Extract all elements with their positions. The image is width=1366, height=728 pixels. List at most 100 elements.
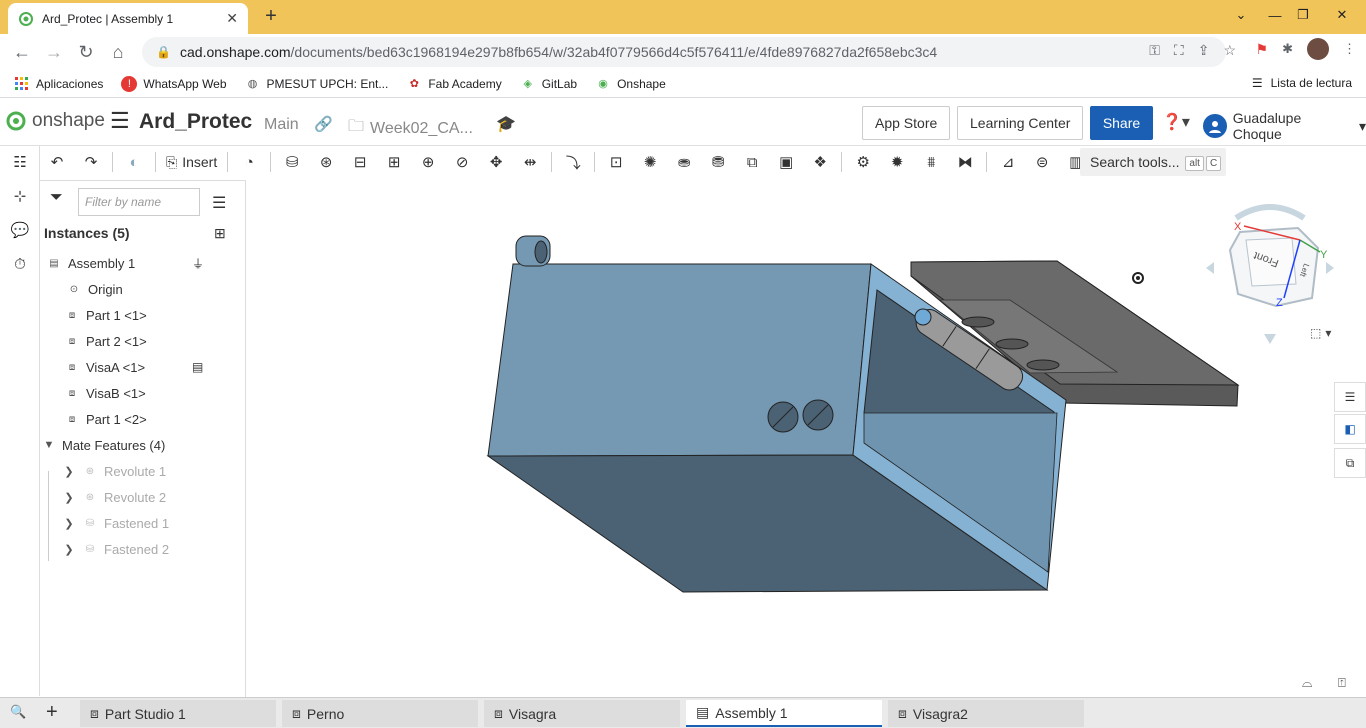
pin-slot-mate-icon[interactable]: ⊘ (445, 148, 479, 176)
rotate-left-arrow[interactable] (1206, 262, 1214, 274)
bookmark-onshape[interactable]: ◉ Onshape (595, 76, 666, 92)
comments-icon[interactable]: 💬 (8, 218, 32, 242)
screw-relation-icon[interactable]: ⛃ (701, 148, 735, 176)
browser-tab[interactable]: Ard_Protec | Assembly 1 ✕ (8, 3, 248, 34)
learning-center-button[interactable]: Learning Center (957, 106, 1084, 140)
bookmark-pmesut[interactable]: ◍ PMESUT UPCH: Ent... (245, 76, 389, 92)
ball-mate-icon[interactable]: ✥ (479, 148, 513, 176)
share-button[interactable]: Share (1090, 106, 1153, 140)
regenerate-icon[interactable]: ◐ (117, 148, 151, 176)
instance-row[interactable]: ⧈ VisaB <1> (64, 381, 146, 405)
share-page-icon[interactable]: ⇪ (1198, 42, 1210, 59)
revolute-mate-icon[interactable]: ⊛ (309, 148, 343, 176)
feature-list-icon[interactable]: ☷ (8, 150, 32, 174)
mate-row[interactable]: ❯ ⊛ Revolute 1 (62, 459, 166, 483)
gear-relation-icon[interactable]: ✺ (633, 148, 667, 176)
fastened-mate-icon[interactable]: ⛁ (275, 148, 309, 176)
extension-flag-icon[interactable]: ⚑ (1256, 41, 1269, 58)
onshape-logo[interactable]: onshape (6, 110, 105, 132)
pivot-marker-icon[interactable] (1132, 272, 1144, 284)
bom-panel-icon[interactable]: ⧉ (1334, 448, 1366, 478)
undo-icon[interactable]: ↶ (40, 148, 74, 176)
assembly-row[interactable]: ▤ Assembly 1 ⏚ (46, 251, 242, 275)
graphics-viewport[interactable] (246, 180, 1366, 696)
explode-icon[interactable]: ⧓ (948, 148, 982, 176)
rotate-right-arrow[interactable] (1326, 262, 1334, 274)
branch-name[interactable]: Main (264, 116, 299, 134)
reading-list-button[interactable]: ☰ Lista de lectura (1252, 76, 1352, 90)
extensions-puzzle-icon[interactable]: ✱ (1282, 41, 1293, 57)
bom-icon[interactable]: ⊜ (1025, 148, 1059, 176)
graduation-cap-icon[interactable]: 🎓 (496, 114, 516, 134)
replicate-icon[interactable]: ◔ (232, 148, 266, 176)
search-tools-input[interactable]: Search tools... alt C (1080, 148, 1226, 176)
mate-row[interactable]: ❯ ⛁ Fastened 1 (62, 511, 169, 535)
search-tabs-icon[interactable]: 🔍 (10, 704, 26, 720)
profile-avatar[interactable] (1307, 38, 1329, 60)
hamburger-menu-icon[interactable]: ☰ (110, 110, 130, 132)
back-icon[interactable]: ← (6, 36, 38, 68)
linear-relation-icon[interactable]: ⧉ (735, 148, 769, 176)
forward-icon[interactable]: → (38, 36, 70, 68)
instance-row[interactable]: ⧈ Part 2 <1> (64, 329, 147, 353)
key-icon[interactable]: ⚿ (1149, 42, 1160, 59)
maximize-icon[interactable]: ❐ (1286, 0, 1320, 30)
tab-visagra[interactable]: ⧈ Visagra (484, 700, 680, 727)
close-tab-icon[interactable]: ✕ (226, 10, 238, 27)
add-folder-icon[interactable]: ⊞ (214, 225, 226, 242)
insert-button[interactable]: ⎘ Insert (160, 154, 223, 171)
slider-mate-icon[interactable]: ⊟ (343, 148, 377, 176)
ground-icon[interactable]: ⏚ (192, 255, 204, 272)
help-menu-icon[interactable]: ❓▾ (1162, 112, 1190, 132)
tab-search-icon[interactable]: ⌄ (1224, 0, 1258, 30)
list-view-icon[interactable]: ☰ (212, 193, 226, 213)
add-element-button[interactable]: + (46, 701, 58, 724)
mate-row[interactable]: ❯ ⊛ Revolute 2 (62, 485, 166, 509)
mate-connector-icon[interactable]: ⊡ (599, 148, 633, 176)
mate-features-row[interactable]: ▼ Mate Features (4) (42, 433, 166, 457)
settings-gear-icon[interactable]: ⚙ (846, 148, 880, 176)
tab-perno[interactable]: ⧈ Perno (282, 700, 478, 727)
document-name[interactable]: Ard_Protec (139, 110, 252, 134)
reload-icon[interactable]: ↻ (70, 36, 102, 68)
parallel-mate-icon[interactable]: ⇹ (513, 148, 547, 176)
cog-icon[interactable]: ✹ (880, 148, 914, 176)
bookmark-whatsapp[interactable]: ! WhatsApp Web (121, 75, 227, 92)
properties-panel-icon[interactable]: ☰ (1334, 382, 1366, 412)
insert-mate-icon[interactable]: ⊹ (8, 184, 32, 208)
fixed-icon[interactable]: ▤ (192, 360, 203, 374)
cylindrical-mate-icon[interactable]: ⊕ (411, 148, 445, 176)
bookmark-fab-academy[interactable]: ✿ Fab Academy (406, 76, 502, 92)
rotate-down-arrow[interactable] (1264, 334, 1276, 344)
section-view-icon[interactable]: ⩩ (914, 148, 948, 176)
mate-row[interactable]: ❯ ⛁ Fastened 2 (62, 537, 169, 561)
instance-row[interactable]: ⧈ Part 1 <1> (64, 303, 147, 327)
instance-row[interactable]: ⧈ VisaA <1> ▤ (64, 355, 242, 379)
tab-assembly-1[interactable]: ▤ Assembly 1 (686, 700, 882, 727)
tangent-mate-icon[interactable]: ⤵ (556, 148, 590, 176)
chrome-menu-icon[interactable]: ⋮ (1343, 41, 1356, 57)
pattern-icon[interactable]: ❖ (803, 148, 837, 176)
bookmark-gitlab[interactable]: ◈ GitLab (520, 76, 577, 92)
display-mode-icon[interactable]: ⌓ (1302, 675, 1312, 691)
instance-row[interactable]: ⧈ Part 1 <2> (64, 407, 147, 431)
redo-icon[interactable]: ↷ (74, 148, 108, 176)
planar-mate-icon[interactable]: ⊞ (377, 148, 411, 176)
rack-pinion-icon[interactable]: ⛂ (667, 148, 701, 176)
tab-visagra2[interactable]: ⧈ Visagra2 (888, 700, 1084, 727)
filter-by-name-input[interactable]: Filter by name (78, 188, 200, 216)
appearance-panel-icon[interactable]: ◧ (1334, 414, 1366, 444)
origin-row[interactable]: ⊙ Origin (66, 277, 123, 301)
tab-part-studio-1[interactable]: ⧈ Part Studio 1 (80, 700, 276, 727)
app-store-button[interactable]: App Store (862, 106, 951, 140)
home-icon[interactable]: ⌂ (102, 36, 134, 68)
folder-breadcrumb[interactable]: 🗀 Week02_CA... (348, 115, 473, 142)
translate-icon[interactable]: ⛶ (1174, 42, 1184, 59)
rotate-arc[interactable] (1234, 204, 1306, 221)
user-menu[interactable]: Guadalupe Choque ▾ (1203, 110, 1366, 142)
omnibox[interactable]: 🔒 cad.onshape.com/documents/bed63c196819… (142, 37, 1226, 67)
group-icon[interactable]: ▣ (769, 148, 803, 176)
bookmark-star-icon[interactable]: ☆ (1223, 42, 1236, 59)
assembly-model[interactable] (246, 180, 1366, 696)
measure-icon[interactable]: ⊿ (991, 148, 1025, 176)
